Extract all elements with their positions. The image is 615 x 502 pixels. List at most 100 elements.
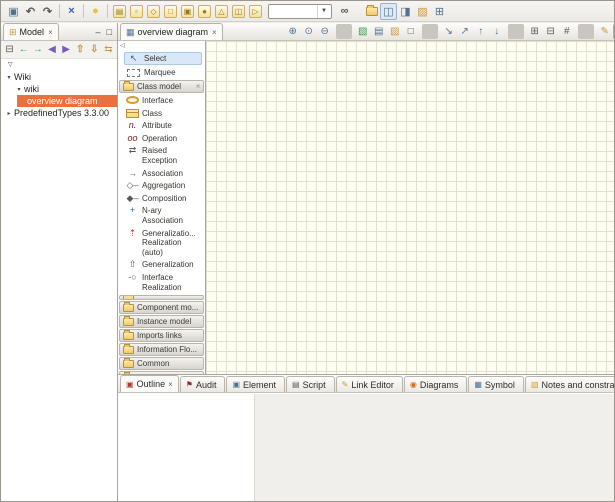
create-interface-icon[interactable]: ◇	[145, 3, 162, 20]
arrange-up-icon[interactable]: ↑	[473, 24, 489, 39]
chevron-down-icon[interactable]: ▼	[317, 5, 330, 18]
tool-generalization-realization-auto[interactable]: ⇡ Generalizatio... Realization (auto)	[118, 227, 205, 259]
tree-item-predefined-types[interactable]: ▸ PredefinedTypes 3.3.00	[1, 107, 117, 119]
zoom-original-icon[interactable]: ⊙	[301, 24, 317, 39]
tool-interface[interactable]: Interface	[118, 94, 205, 107]
distribute-icon[interactable]: ⊟	[543, 24, 559, 39]
create-usecase-icon[interactable]: △	[213, 3, 230, 20]
page-setup-icon[interactable]: □	[403, 24, 419, 39]
configure-icon[interactable]: ×	[63, 3, 80, 20]
perspective-modeling-icon[interactable]: ◫	[380, 3, 397, 20]
zoom-out-icon[interactable]: ⊖	[317, 24, 333, 39]
tool-attribute[interactable]: n. Attribute	[118, 119, 205, 132]
palette-section-common[interactable]: Common	[119, 357, 204, 370]
export-image-icon[interactable]: ▧	[355, 24, 371, 39]
tree-item-wiki-project[interactable]: ▾ Wiki	[1, 71, 117, 83]
tool-marquee[interactable]: Marquee	[124, 66, 202, 79]
tool-operation[interactable]: oo Operation	[118, 132, 205, 145]
tool-class[interactable]: Class	[118, 107, 205, 120]
tab-element[interactable]: ▣ Element	[226, 376, 285, 392]
tree-item-wiki-package[interactable]: ▾ wiki	[1, 83, 117, 95]
tool-select[interactable]: ↖ Select	[124, 52, 202, 65]
nav-back-icon[interactable]: ←	[17, 42, 30, 57]
zoom-in-icon[interactable]: ⊕	[285, 24, 301, 39]
link-with-editor-icon[interactable]: ⇆	[102, 42, 115, 57]
palette-section-free-drawing[interactable]: Free drawing ○	[119, 371, 204, 374]
tool-association[interactable]: → Association	[118, 167, 205, 180]
tab-notes[interactable]: ▧ Notes and constraints	[525, 376, 614, 392]
minimize-icon[interactable]: –	[96, 27, 101, 37]
palette-section-imports-links[interactable]: Imports links	[119, 329, 204, 342]
tab-model[interactable]: ⊞ Model ×	[3, 23, 59, 40]
create-enumeration-icon[interactable]: ▣	[179, 3, 196, 20]
redo-icon[interactable]: ↷	[39, 3, 56, 20]
tab-outline[interactable]: ▣ Outline ×	[120, 375, 179, 392]
palette-section-class-model[interactable]: Class model «	[119, 80, 204, 93]
next-selection-icon[interactable]: ▶	[60, 42, 73, 57]
palette-collapse-icon[interactable]: ◁	[118, 42, 205, 51]
tree-item-label: Wiki	[14, 72, 31, 82]
tool-interface-realization[interactable]: -○ Interface Realization	[118, 271, 205, 293]
tree-expander-icon[interactable]: ▾	[14, 86, 24, 93]
undo-icon[interactable]: ↶	[22, 3, 39, 20]
tool-raised-exception[interactable]: ⇄ Raised Exception	[118, 144, 205, 166]
pin-icon[interactable]: «	[196, 83, 200, 90]
arrange-down-icon[interactable]: ↓	[489, 24, 505, 39]
close-icon[interactable]: ×	[212, 28, 217, 37]
tab-diagrams[interactable]: ◉ Diagrams	[404, 376, 468, 392]
grid-visible-icon[interactable]: ⊞	[613, 24, 614, 39]
create-diagram-icon[interactable]: ▷	[247, 3, 264, 20]
tab-link-editor[interactable]: ✎ Link Editor	[336, 376, 403, 392]
format-pencil-icon[interactable]: ✎	[597, 24, 613, 39]
hash-grid-icon[interactable]: #	[559, 24, 575, 39]
tool-icon: ⇧	[126, 260, 139, 269]
mail-diagram-icon[interactable]: ▨	[387, 24, 403, 39]
view-menu-icon[interactable]: ▽	[8, 61, 13, 68]
outline-preview-area[interactable]	[118, 394, 255, 501]
perspective-diagram-icon[interactable]: ◨	[397, 3, 414, 20]
arrange-sw-icon[interactable]: ↘	[441, 24, 457, 39]
align-icon[interactable]: ⊞	[527, 24, 543, 39]
move-down-icon[interactable]: ⇩	[88, 42, 101, 57]
tool-nary-association[interactable]: + N-ary Association	[118, 204, 205, 226]
palette-section-clipped[interactable]	[119, 295, 204, 300]
tool-aggregation[interactable]: ◇– Aggregation	[118, 179, 205, 192]
tool-generalization[interactable]: ⇧ Generalization	[118, 258, 205, 271]
tab-audit[interactable]: ⚑ Audit	[180, 376, 226, 392]
tree-expander-icon[interactable]: ▾	[4, 74, 14, 81]
nav-forward-icon[interactable]: →	[31, 42, 44, 57]
save-icon[interactable]: ▣	[5, 3, 22, 20]
palette-section-instance-model[interactable]: Instance model	[119, 315, 204, 328]
tool-label: Raised Exception	[142, 146, 200, 165]
tree-item-overview-diagram[interactable]: overview diagram	[17, 95, 117, 107]
create-actor-icon[interactable]: ●	[196, 3, 213, 20]
palette-section-component-model[interactable]: Component mo...	[119, 301, 204, 314]
maximize-icon[interactable]: □	[107, 27, 112, 37]
search-icon[interactable]: ∞	[336, 3, 353, 20]
palette-section-information-flow[interactable]: Information Flo...	[119, 343, 204, 356]
collapse-all-icon[interactable]: ⊟	[3, 42, 16, 57]
tab-script[interactable]: ▤ Script	[286, 376, 335, 392]
editor-tabbar: ▦ overview diagram × ⊕ ⊙ ⊖	[118, 23, 614, 41]
tool-composition[interactable]: ◆– Composition	[118, 192, 205, 205]
create-component-icon[interactable]: ◫	[230, 3, 247, 20]
arrange-ne-icon[interactable]: ↗	[457, 24, 473, 39]
create-datatype-icon[interactable]: □	[162, 3, 179, 20]
create-class-icon[interactable]: ▫	[128, 3, 145, 20]
close-icon[interactable]: ×	[48, 28, 53, 37]
diagram-canvas[interactable]	[206, 41, 614, 374]
previous-selection-icon[interactable]: ◀	[45, 42, 58, 57]
tab-symbol[interactable]: ▦ Symbol	[468, 376, 524, 392]
open-perspective-folder-icon[interactable]	[363, 3, 380, 20]
tool-label: Interface Realization	[142, 273, 200, 292]
tab-overview-diagram[interactable]: ▦ overview diagram ×	[120, 23, 223, 40]
save-diagram-icon[interactable]: ▤	[371, 24, 387, 39]
perspective-analyst-icon[interactable]: ▨	[414, 3, 431, 20]
search-combo[interactable]: ▼	[268, 4, 332, 19]
create-package-icon[interactable]: ▤	[111, 3, 128, 20]
close-icon[interactable]: ×	[168, 380, 173, 389]
tree-expander-icon[interactable]: ▸	[4, 110, 14, 117]
perspective-other-icon[interactable]: ⊞	[431, 3, 448, 20]
move-up-icon[interactable]: ⇧	[74, 42, 87, 57]
update-suggestion-icon[interactable]: ●	[87, 3, 104, 20]
